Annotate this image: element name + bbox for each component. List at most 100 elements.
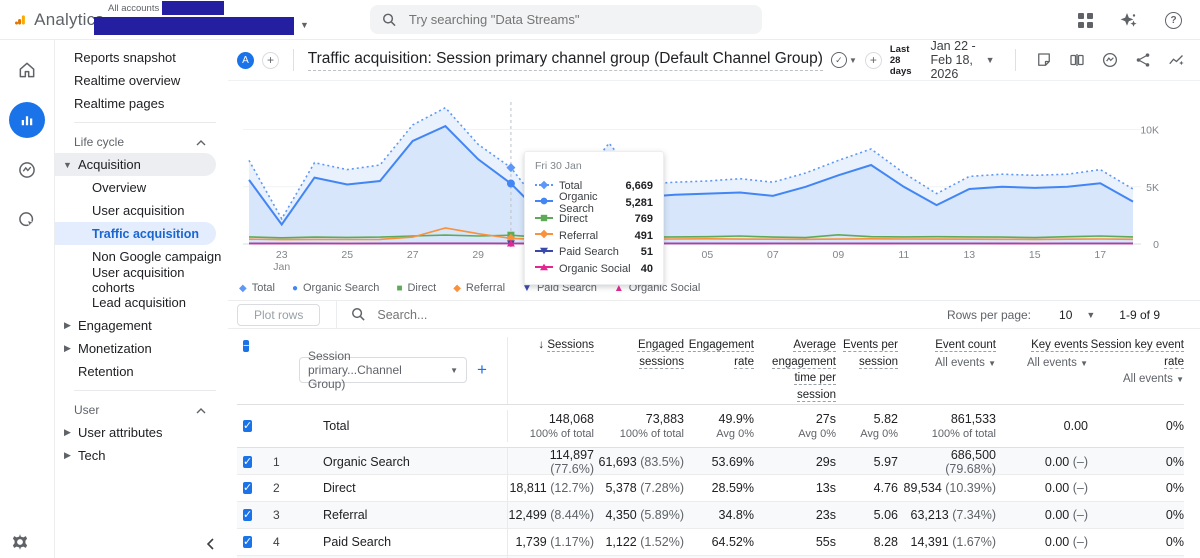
sidebar-item-realtime-overview[interactable]: Realtime overview bbox=[55, 69, 228, 92]
home-nav-icon[interactable] bbox=[9, 52, 45, 88]
row-checkbox[interactable]: ✓ bbox=[243, 455, 253, 468]
sidebar-item-traffic-acquisition[interactable]: Traffic acquisition bbox=[55, 222, 216, 245]
legend-item-total[interactable]: ◆ Total bbox=[239, 282, 275, 294]
sidebar-item-acquisition[interactable]: ▼ Acquisition bbox=[55, 153, 216, 176]
sidebar-item-overview[interactable]: Overview bbox=[55, 176, 228, 199]
svg-text:29: 29 bbox=[472, 249, 484, 261]
share-icon[interactable] bbox=[1134, 51, 1152, 69]
sidebar-item-tech[interactable]: ▶ Tech bbox=[55, 444, 228, 467]
column-header-sessions[interactable]: ↓ Sessions bbox=[508, 337, 594, 354]
chart-canvas[interactable]: 0 5K 10K 23 Jan 25 27 29 05 07 09 11 13 15 17 bbox=[237, 84, 1186, 276]
chart-svg[interactable]: 0 5K 10K 23Jan 25 27 29 05 07 09 11 13 15 17 bbox=[237, 84, 1165, 273]
column-filter[interactable]: All events ▼ bbox=[1088, 373, 1184, 385]
report-saved-indicator[interactable]: ✓ ▼ bbox=[830, 52, 857, 68]
explore-nav-icon[interactable] bbox=[9, 152, 45, 188]
sidebar-item-engagement[interactable]: ▶ Engagement bbox=[55, 314, 228, 337]
row-checkbox[interactable]: ✓ bbox=[243, 420, 253, 433]
chevron-down-icon[interactable]: ▼ bbox=[1086, 310, 1095, 320]
nav-item-label: Engagement bbox=[78, 318, 152, 333]
chevron-down-icon: ▼ bbox=[1080, 358, 1088, 368]
sidebar-nav: Reports snapshot Realtime overview Realtim… bbox=[55, 40, 228, 558]
column-filter[interactable]: All events ▼ bbox=[898, 357, 996, 369]
sidebar-item-user-attributes[interactable]: ▶ User attributes bbox=[55, 421, 228, 444]
metric-cell: 4,350 (5.89%) bbox=[605, 507, 684, 522]
table-row-paid-search[interactable]: ✓ 4 Paid Search 1,739 (1.17%) 1,122 (1.52%) 6… bbox=[237, 528, 1184, 556]
date-range-picker[interactable]: Jan 22 - Feb 18, 2026 ▼ bbox=[930, 40, 994, 81]
total-metric-value: 861,533 bbox=[950, 411, 996, 426]
chevron-collapsed-icon: ▶ bbox=[64, 343, 71, 353]
global-search-input[interactable] bbox=[406, 11, 750, 28]
column-header-events-per-session[interactable]: Events per session bbox=[836, 337, 898, 370]
report-title[interactable]: Traffic acquisition: Session primary cha… bbox=[307, 50, 823, 71]
row-number: 3 bbox=[273, 507, 280, 522]
column-header-key-events[interactable]: Key events All events ▼ bbox=[996, 337, 1088, 369]
advertising-nav-icon[interactable] bbox=[9, 202, 45, 238]
total-metric-value: 27s bbox=[815, 411, 836, 426]
trendline-sparkle-icon[interactable] bbox=[1167, 51, 1186, 69]
admin-gear-icon[interactable] bbox=[10, 532, 30, 552]
column-header-engagement-rate[interactable]: Engagement rate bbox=[684, 337, 754, 370]
tooltip-series-label: Organic Search bbox=[559, 190, 598, 215]
add-dimension-button[interactable]: + bbox=[477, 360, 487, 380]
table-header-row: − Session primary...Channel Group) ▼ + ↓ Ses… bbox=[237, 329, 1184, 405]
column-header-average-engagement-time-per-session[interactable]: Average engagement time per session bbox=[754, 337, 836, 404]
column-header-session-key-event-rate[interactable]: Session key event rate All events ▼ bbox=[1088, 337, 1184, 385]
sidebar-collapse-icon[interactable] bbox=[204, 537, 218, 554]
sessions-chart[interactable]: 0 5K 10K 23 Jan 25 27 29 05 07 09 11 13 15 17 ◆ Total ● O… bbox=[228, 81, 1200, 298]
sidebar-item-user-acquisition[interactable]: User acquisition bbox=[55, 199, 228, 222]
total-metric-cell: 5.82 Avg 0% bbox=[836, 412, 898, 440]
gemini-sparkle-icon[interactable] bbox=[1119, 10, 1139, 30]
column-header-event-count[interactable]: Event count All events ▼ bbox=[898, 337, 996, 369]
legend-item-organic-search[interactable]: ● Organic Search bbox=[292, 282, 379, 294]
comparison-chip[interactable]: A bbox=[237, 51, 254, 69]
chevron-down-icon: ▼ bbox=[988, 358, 996, 368]
metric-cell: 55s bbox=[815, 534, 836, 549]
table-search[interactable] bbox=[351, 306, 596, 323]
nav-item-label: Monetization bbox=[78, 341, 152, 356]
nav-item-label: Overview bbox=[92, 180, 147, 195]
analytics-logo[interactable]: Analytics bbox=[0, 9, 104, 31]
section-label: Life cycle bbox=[74, 134, 125, 149]
column-label: Engaged sessions bbox=[594, 337, 684, 370]
nav-item-label: Tech bbox=[78, 448, 106, 463]
column-header-engaged-sessions[interactable]: Engaged sessions bbox=[594, 337, 684, 370]
add-comparison-button[interactable]: + bbox=[262, 51, 279, 69]
nav-item-label: Traffic acquisition bbox=[92, 226, 199, 241]
select-all-checkbox[interactable]: − bbox=[243, 340, 250, 352]
column-label-text: Engaged sessions bbox=[637, 339, 684, 368]
add-report-button[interactable]: + bbox=[864, 51, 882, 69]
sidebar-item-user-acquisition-cohorts[interactable]: User acquisition cohorts bbox=[55, 265, 228, 295]
row-checkbox[interactable]: ✓ bbox=[243, 481, 253, 494]
apps-grid-icon[interactable] bbox=[1078, 12, 1093, 28]
reports-nav-icon[interactable] bbox=[9, 102, 45, 138]
dimension-selector[interactable]: Session primary...Channel Group) ▼ bbox=[299, 349, 467, 391]
global-search[interactable] bbox=[370, 5, 762, 34]
table-row-referral[interactable]: ✓ 3 Referral 12,499 (8.44%) 4,350 (5.89%) 34.… bbox=[237, 501, 1184, 529]
sidebar-item-monetization[interactable]: ▶ Monetization bbox=[55, 337, 228, 360]
row-checkbox[interactable]: ✓ bbox=[243, 535, 253, 548]
table-search-input[interactable] bbox=[375, 306, 596, 323]
row-checkbox[interactable]: ✓ bbox=[243, 508, 253, 521]
table-row-organic-search[interactable]: ✓ 1 Organic Search 114,897 (77.6%) 61,693 (8… bbox=[237, 447, 1184, 476]
plot-rows-button[interactable]: Plot rows bbox=[237, 303, 321, 326]
insights-icon[interactable] bbox=[1101, 51, 1119, 69]
sidebar-item-retention[interactable]: Retention bbox=[55, 360, 228, 383]
notes-icon[interactable] bbox=[1035, 51, 1053, 69]
sidebar-item-user[interactable]: User bbox=[55, 398, 228, 421]
metric-cell: 53.69% bbox=[711, 454, 754, 469]
tooltip-date: Fri 30 Jan bbox=[535, 160, 582, 172]
sidebar-item-realtime-pages[interactable]: Realtime pages bbox=[55, 92, 228, 115]
legend-item-referral[interactable]: ◆ Referral bbox=[453, 282, 505, 294]
account-caret-icon: ▼ bbox=[300, 19, 309, 30]
rows-per-page-value[interactable]: 10 bbox=[1059, 308, 1072, 322]
account-picker[interactable]: All accounts > ▼ bbox=[94, 0, 334, 40]
sidebar-item-reports-snapshot[interactable]: Reports snapshot bbox=[55, 46, 228, 69]
help-icon[interactable]: ? bbox=[1165, 11, 1182, 29]
compare-icon[interactable] bbox=[1068, 51, 1086, 69]
table-row-direct[interactable]: ✓ 2 Direct 18,811 (12.7%) 5,378 (7.28%) 28.59… bbox=[237, 474, 1184, 502]
sidebar-item-life-cycle[interactable]: Life cycle bbox=[55, 130, 228, 153]
column-filter[interactable]: All events ▼ bbox=[996, 357, 1088, 369]
legend-item-direct[interactable]: ■ Direct bbox=[396, 282, 436, 294]
metric-cell: 5,378 (7.28%) bbox=[605, 480, 684, 495]
metric-cell: 0% bbox=[1165, 454, 1184, 469]
